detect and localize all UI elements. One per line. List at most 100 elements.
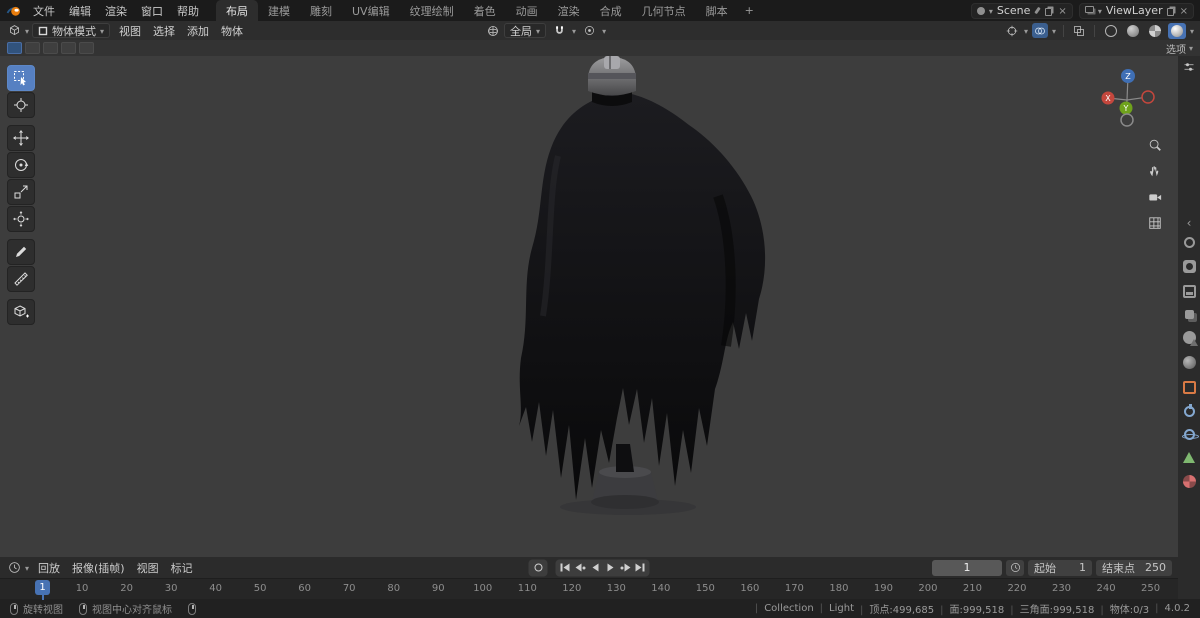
workspace-tab[interactable]: 着色 [464,0,506,21]
cloaked-character-model[interactable] [488,56,788,516]
tool-scale[interactable] [7,179,35,205]
zoom-icon[interactable] [1146,136,1164,154]
viewport-menu-item[interactable]: 添加 [181,23,215,39]
auto-keying-toggle[interactable] [528,559,548,576]
tool-add-cube[interactable] [7,299,35,325]
topbar-menu-item[interactable]: 渲染 [98,0,134,21]
select-mode-extend-icon[interactable] [43,42,58,54]
timeline-menu-item[interactable]: 报像(插帧) [66,560,131,576]
properties-tab-material[interactable] [1182,475,1196,488]
new-scene-icon[interactable] [1045,7,1053,16]
pan-hand-icon[interactable] [1146,162,1164,180]
play-reverse-button[interactable] [588,560,603,575]
topbar-menu-item[interactable]: 帮助 [170,0,206,21]
properties-tab-physics[interactable] [1181,429,1199,440]
jump-end-button[interactable] [633,560,648,575]
use-preview-range-toggle[interactable] [1006,559,1024,576]
tool-transform[interactable] [7,206,35,232]
stat-item: 面:999,518 [934,601,1004,616]
prev-keyframe-button[interactable] [573,560,588,575]
timeline-menu-item[interactable]: 回放 [32,560,66,576]
scene-selector[interactable]: Scene [970,2,1073,19]
shading-solid-button[interactable] [1124,23,1142,39]
add-workspace-button[interactable]: + [738,0,761,21]
workspace-tab[interactable]: UV编辑 [342,0,400,21]
blender-logo-icon[interactable] [6,0,22,21]
properties-tab-object-data[interactable] [1183,452,1195,463]
unlink-scene-icon[interactable] [1058,4,1066,17]
gizmo-options-chevron[interactable] [1024,24,1028,37]
new-viewlayer-icon[interactable] [1166,7,1174,16]
properties-tab-view-layer[interactable] [1184,310,1194,319]
properties-editor-selector[interactable] [1181,59,1197,74]
mode-selector[interactable]: 物体模式 [32,23,111,38]
active-tool-icon[interactable] [7,42,22,54]
snap-options-chevron[interactable] [572,24,576,37]
properties-tab-object[interactable] [1182,381,1196,394]
properties-tab-tool[interactable] [1183,237,1195,248]
tool-measure[interactable] [7,266,35,292]
tool-options[interactable]: 选项 [1166,41,1193,56]
shading-options-chevron[interactable] [1190,24,1194,37]
workspace-tab[interactable]: 建模 [258,0,300,21]
workspace-tab[interactable]: 动画 [506,0,548,21]
next-keyframe-button[interactable] [618,560,633,575]
workspace-tab[interactable]: 脚本 [696,0,738,21]
tool-rotate[interactable] [7,152,35,178]
workspace-tab[interactable]: 纹理绘制 [400,0,464,21]
properties-tab-output[interactable] [1182,285,1196,298]
shading-rendered-button[interactable] [1167,22,1186,39]
viewport-3d[interactable]: Z X Y [0,56,1178,557]
end-frame-field[interactable]: 结束点 250 [1096,559,1172,576]
current-frame-field[interactable]: 1 [932,559,1002,576]
properties-tab-modifiers[interactable] [1183,404,1195,417]
playhead[interactable]: 1 [35,580,50,595]
remove-viewlayer-icon[interactable] [1180,4,1188,17]
timeline-ruler[interactable]: 1 11020304050607080901001101201301401501… [0,578,1178,600]
overlay-options-chevron[interactable] [1052,24,1056,37]
camera-view-icon[interactable] [1146,188,1164,206]
properties-tab-world[interactable] [1182,356,1196,369]
topbar-menu-item[interactable]: 文件 [26,0,62,21]
editor-type-selector[interactable] [6,23,22,38]
select-mode-intersect-icon[interactable] [79,42,94,54]
play-button[interactable] [603,560,618,575]
snap-toggle[interactable] [551,23,567,38]
topbar-menu-item[interactable]: 窗口 [134,0,170,21]
expand-sidebar-icon[interactable] [1187,212,1192,231]
workspace-tab[interactable]: 渲染 [548,0,590,21]
viewport-menu-item[interactable]: 视图 [113,23,147,39]
timeline-menu-item[interactable]: 标记 [165,560,199,576]
properties-tab-scene[interactable] [1182,331,1198,346]
timeline-menu-item[interactable]: 视图 [131,560,165,576]
tool-annotate[interactable] [7,239,35,265]
viewport-menu-item[interactable]: 选择 [147,23,181,39]
navigation-gizmo[interactable]: Z X Y [1096,64,1160,128]
properties-tab-render[interactable] [1182,260,1196,273]
workspace-tab[interactable]: 雕刻 [300,0,342,21]
orientation-selector[interactable]: 全局 [504,23,547,38]
toggle-xray[interactable] [1071,23,1087,38]
shading-material-button[interactable] [1146,23,1164,39]
timeline-editor-selector[interactable] [6,560,22,575]
workspace-tab[interactable]: 几何节点 [632,0,696,21]
workspace-tab[interactable]: 布局 [216,0,258,21]
pin-icon[interactable] [1034,6,1042,15]
workspace-tab[interactable]: 合成 [590,0,632,21]
shading-wireframe-button[interactable] [1102,23,1120,39]
tool-cursor[interactable] [7,92,35,118]
topbar-menu-item[interactable]: 编辑 [62,0,98,21]
show-overlays-toggle[interactable] [1031,23,1048,38]
tool-move[interactable] [7,125,35,151]
start-frame-field[interactable]: 起始 1 [1028,559,1092,576]
show-gizmo-toggle[interactable] [1004,23,1020,38]
falloff-chevron[interactable] [602,24,606,37]
tool-select-box[interactable] [7,65,35,91]
proportional-editing-toggle[interactable] [581,23,597,38]
viewlayer-selector[interactable]: ViewLayer [1078,2,1194,19]
viewport-menu-item[interactable]: 物体 [215,23,249,39]
select-mode-subtract-icon[interactable] [61,42,76,54]
jump-start-button[interactable] [558,560,573,575]
select-mode-set-icon[interactable] [25,42,40,54]
orthographic-grid-icon[interactable] [1146,214,1164,232]
